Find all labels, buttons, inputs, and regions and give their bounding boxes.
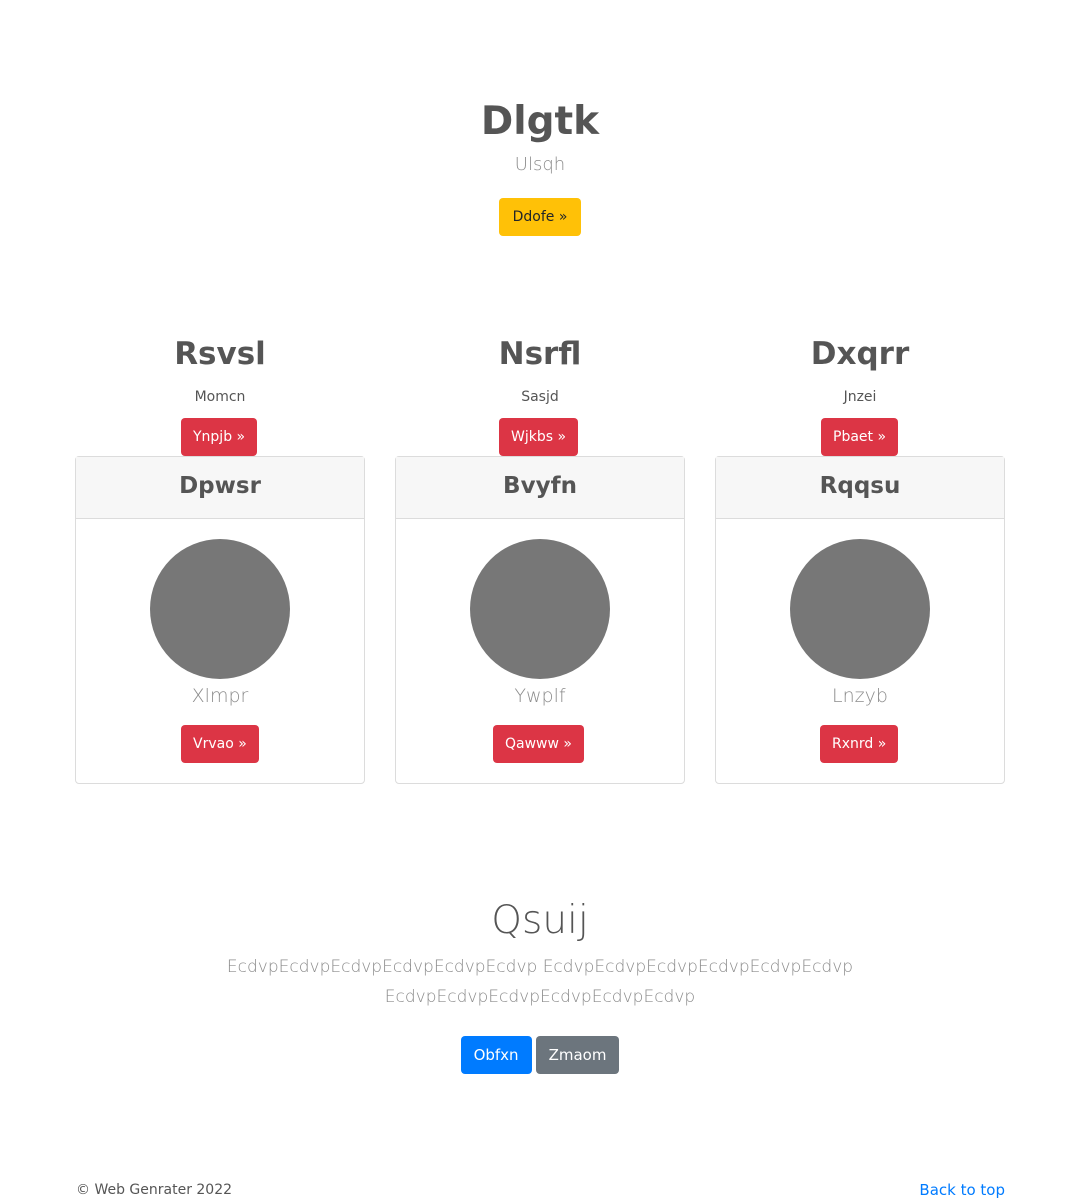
profile-card: Bvyfn Ywplf Qawww » <box>395 456 685 784</box>
cta-text: EcdvpEcdvpEcdvpEcdvpEcdvpEcdvp EcdvpEcdv… <box>226 957 854 1007</box>
feature-text: Jnzei <box>843 389 877 405</box>
primary-button[interactable]: Obfxn <box>460 1036 532 1074</box>
feature-title: Rsvsl <box>174 336 266 372</box>
back-to-top-link[interactable]: Back to top <box>919 1180 1005 1200</box>
copyright-text: © Web Genrater 2022 <box>76 1182 233 1198</box>
card-button[interactable]: Qawww » <box>493 725 584 763</box>
secondary-button[interactable]: Zmaom <box>535 1036 620 1074</box>
feature-button[interactable]: Wjkbs » <box>499 418 579 456</box>
feature-button[interactable]: Pbaet » <box>821 418 899 456</box>
feature-title: Dxqrr <box>810 336 910 372</box>
hero-title: Dlgtk <box>480 99 600 144</box>
feature-column: Dxqrr Jnzei Pbaet » <box>715 334 1005 456</box>
hero-subtitle: Ulsqh <box>514 154 566 175</box>
card-button[interactable]: Rxnrd » <box>820 725 899 763</box>
feature-column: Nsrfl Sasjd Wjkbs » <box>395 334 685 456</box>
feature-column: Rsvsl Momcn Ynpjb » <box>75 334 365 456</box>
card-header: Dpwsr <box>76 457 364 519</box>
cta-buttons: Obfxn Zmaom <box>0 1036 1080 1074</box>
avatar-placeholder <box>150 539 290 679</box>
avatar-placeholder <box>790 539 930 679</box>
card-label: Ywplf <box>514 685 566 707</box>
card-header: Bvyfn <box>396 457 684 519</box>
avatar-placeholder <box>470 539 610 679</box>
profile-card: Rqqsu Lnzyb Rxnrd » <box>715 456 1005 784</box>
card-button[interactable]: Vrvao » <box>181 725 259 763</box>
card-label: Xlmpr <box>191 685 249 707</box>
feature-text: Momcn <box>194 389 246 405</box>
feature-button[interactable]: Ynpjb » <box>181 418 258 456</box>
profile-card: Dpwsr Xlmpr Vrvao » <box>75 456 365 784</box>
hero-button[interactable]: Ddofe » <box>499 198 581 236</box>
hero-section: Dlgtk Ulsqh <box>0 98 1080 177</box>
feature-text: Sasjd <box>521 389 559 405</box>
card-header: Rqqsu <box>716 457 1004 519</box>
cta-title: Qsuij <box>491 898 589 943</box>
feature-title: Nsrfl <box>498 336 582 372</box>
cta-section: Qsuij EcdvpEcdvpEcdvpEcdvpEcdvpEcdvp Ecd… <box>0 895 1080 1012</box>
card-label: Lnzyb <box>832 685 888 707</box>
